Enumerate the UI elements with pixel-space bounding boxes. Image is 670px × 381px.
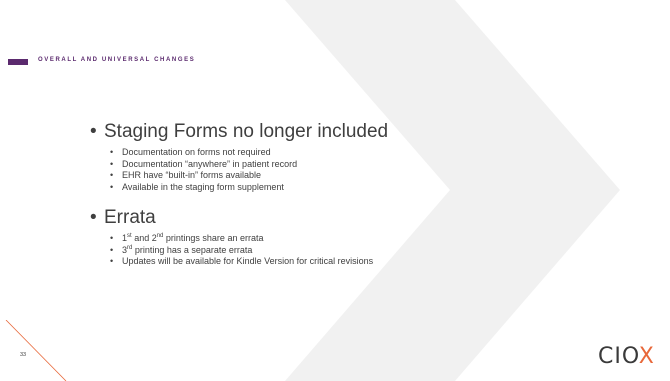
logo-x-accent: X	[638, 344, 655, 369]
bullet-dot-icon: •	[110, 181, 114, 192]
bullet-dot-icon: •	[110, 244, 114, 255]
list-item: • 1st and 2nd printings share an errata	[110, 233, 650, 245]
list-item: • Available in the staging form supplemen…	[110, 181, 284, 192]
bullet-dot-icon: •	[110, 256, 114, 266]
staging-forms-sublist: • Documentation on forms not required • Do…	[110, 147, 650, 193]
list-item-text: 1st and 2nd printings share an errata	[122, 233, 264, 243]
bullet-staging-forms: • Staging Forms no longer included	[90, 121, 650, 143]
list-item: • Updates will be available for Kindle Ve…	[110, 256, 374, 266]
list-item: • 3rd printing has a separate errata	[110, 245, 650, 257]
slide: OVERALL AND UNIVERSAL CHANGES • Staging …	[0, 0, 670, 381]
section-accent-bar	[8, 59, 28, 65]
ciox-logo: CIOX	[598, 344, 655, 369]
page-number: 33	[20, 352, 27, 358]
slide-content: • Staging Forms no longer included • Docu…	[90, 121, 650, 282]
bullet-label: Staging Forms no longer included	[104, 121, 389, 142]
logo-text: CIO	[598, 344, 639, 369]
bullet-dot-icon: •	[90, 207, 97, 228]
bullet-errata: • Errata	[90, 207, 650, 229]
list-item-text: 3rd printing has a separate errata	[122, 244, 253, 255]
bullet-dot-icon: •	[110, 158, 114, 169]
bullet-label: Errata	[104, 207, 156, 228]
bullet-dot-icon: •	[110, 147, 114, 157]
bullet-dot-icon: •	[110, 170, 114, 180]
errata-sublist: • 1st and 2nd printings share an errata •…	[110, 233, 650, 268]
list-item: • Documentation “anywhere” in patient rec…	[110, 158, 298, 169]
corner-decoration-line	[5, 320, 67, 381]
section-title: OVERALL AND UNIVERSAL CHANGES	[38, 57, 196, 63]
bullet-dot-icon: •	[110, 233, 114, 243]
list-item: • EHR have “built-in” forms available	[110, 170, 262, 180]
list-item: • Documentation on forms not required	[110, 147, 271, 157]
bullet-dot-icon: •	[90, 121, 97, 142]
